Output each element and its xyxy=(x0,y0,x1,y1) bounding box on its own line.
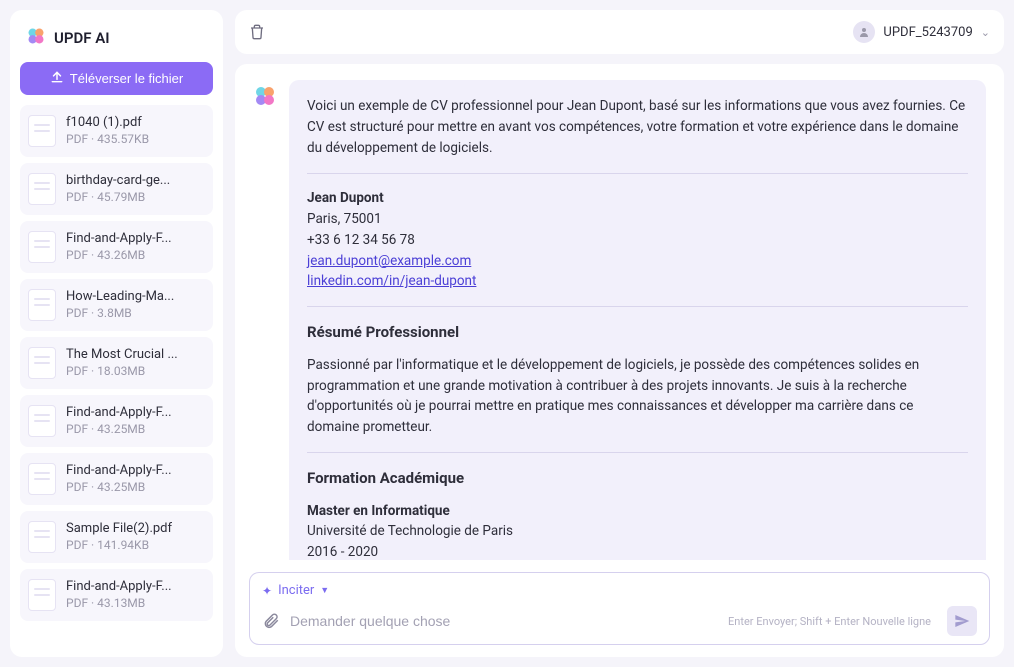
message-intro: Voici un exemple de CV professionnel pou… xyxy=(307,96,968,159)
assistant-avatar-icon xyxy=(253,84,277,108)
file-name: Sample File(2).pdf xyxy=(66,521,172,536)
file-item[interactable]: Find-and-Apply-F... PDF · 43.25MB xyxy=(20,453,213,505)
pdf-file-icon xyxy=(28,347,56,379)
file-meta: PDF · 43.25MB xyxy=(66,480,172,494)
file-meta: PDF · 141.94KB xyxy=(66,538,172,552)
file-name: f1040 (1).pdf xyxy=(66,115,149,130)
upload-button[interactable]: Téléverser le fichier xyxy=(20,62,213,95)
message-body: Voici un exemple de CV professionnel pou… xyxy=(289,80,986,560)
avatar xyxy=(853,21,875,43)
cv-email-link[interactable]: jean.dupont@example.com xyxy=(307,253,471,269)
cv-phone: +33 6 12 34 56 78 xyxy=(307,230,968,251)
divider xyxy=(307,452,968,453)
file-item[interactable]: The Most Crucial ... PDF · 18.03MB xyxy=(20,337,213,389)
file-name: birthday-card-ge... xyxy=(66,173,170,188)
inciter-dropdown[interactable]: ✦ Inciter ▼ xyxy=(262,583,977,606)
cv-name: Jean Dupont xyxy=(307,188,968,209)
file-name: Find-and-Apply-F... xyxy=(66,405,172,420)
file-item[interactable]: birthday-card-ge... PDF · 45.79MB xyxy=(20,163,213,215)
chat-area: Voici un exemple de CV professionnel pou… xyxy=(235,64,1004,657)
app-title: UPDF AI xyxy=(54,29,110,47)
sidebar: UPDF AI Téléverser le fichier f1040 (1).… xyxy=(10,10,223,657)
school: Université de Technologie de Paris xyxy=(307,521,968,542)
pdf-file-icon xyxy=(28,463,56,495)
file-name: How-Leading-Ma... xyxy=(66,289,174,304)
upload-icon xyxy=(50,70,64,87)
input-hint: Enter Envoyer; Shift + Enter Nouvelle li… xyxy=(728,615,931,628)
file-item[interactable]: f1040 (1).pdf PDF · 435.57KB xyxy=(20,105,213,157)
file-meta: PDF · 18.03MB xyxy=(66,364,178,378)
main-area: UPDF_5243709 ⌄ Voici un exemple de CV pr… xyxy=(235,10,1004,657)
pdf-file-icon xyxy=(28,231,56,263)
resume-title: Résumé Professionnel xyxy=(307,321,968,344)
degree: Master en Informatique xyxy=(307,501,968,522)
assistant-message: Voici un exemple de CV professionnel pou… xyxy=(253,80,986,560)
pdf-file-icon xyxy=(28,579,56,611)
file-list: f1040 (1).pdf PDF · 435.57KB birthday-car… xyxy=(20,105,213,645)
file-item[interactable]: Find-and-Apply-F... PDF · 43.25MB xyxy=(20,395,213,447)
chat-scroll[interactable]: Voici un exemple de CV professionnel pou… xyxy=(235,64,1004,560)
chat-input[interactable] xyxy=(290,613,718,629)
caret-down-icon: ▼ xyxy=(320,585,329,596)
pdf-file-icon xyxy=(28,405,56,437)
resume-body: Passionné par l'informatique et le dével… xyxy=(307,355,968,439)
file-meta: PDF · 43.25MB xyxy=(66,422,172,436)
dates: 2016 - 2020 xyxy=(307,542,968,560)
file-meta: PDF · 45.79MB xyxy=(66,190,170,204)
user-menu[interactable]: UPDF_5243709 ⌄ xyxy=(853,21,990,43)
upload-label: Téléverser le fichier xyxy=(70,71,183,86)
pdf-file-icon xyxy=(28,173,56,205)
file-item[interactable]: Find-and-Apply-F... PDF · 43.13MB xyxy=(20,569,213,621)
formation-title: Formation Académique xyxy=(307,467,968,490)
file-name: Find-and-Apply-F... xyxy=(66,579,172,594)
file-item[interactable]: Sample File(2).pdf PDF · 141.94KB xyxy=(20,511,213,563)
cv-city: Paris, 75001 xyxy=(307,209,968,230)
file-meta: PDF · 43.13MB xyxy=(66,596,172,610)
delete-button[interactable] xyxy=(249,24,265,40)
file-name: Find-and-Apply-F... xyxy=(66,231,172,246)
file-meta: PDF · 3.8MB xyxy=(66,306,174,320)
inciter-label: Inciter xyxy=(278,583,314,598)
file-meta: PDF · 43.26MB xyxy=(66,248,172,262)
file-item[interactable]: Find-and-Apply-F... PDF · 43.26MB xyxy=(20,221,213,273)
pdf-file-icon xyxy=(28,115,56,147)
cv-linkedin-link[interactable]: linkedin.com/in/jean-dupont xyxy=(307,273,476,289)
pdf-file-icon xyxy=(28,289,56,321)
divider xyxy=(307,306,968,307)
attach-button[interactable] xyxy=(262,612,280,630)
sparkle-icon: ✦ xyxy=(262,584,272,598)
topbar: UPDF_5243709 ⌄ xyxy=(235,10,1004,54)
updf-logo-icon xyxy=(26,26,46,50)
app-header: UPDF AI xyxy=(20,22,213,62)
username: UPDF_5243709 xyxy=(883,25,972,40)
file-name: The Most Crucial ... xyxy=(66,347,178,362)
input-box: ✦ Inciter ▼ Enter Envoyer; Shift + Enter… xyxy=(249,572,990,645)
file-item[interactable]: How-Leading-Ma... PDF · 3.8MB xyxy=(20,279,213,331)
chevron-down-icon: ⌄ xyxy=(981,26,990,39)
pdf-file-icon xyxy=(28,521,56,553)
file-meta: PDF · 435.57KB xyxy=(66,132,149,146)
input-row: Enter Envoyer; Shift + Enter Nouvelle li… xyxy=(262,606,977,636)
send-button[interactable] xyxy=(947,606,977,636)
divider xyxy=(307,173,968,174)
file-name: Find-and-Apply-F... xyxy=(66,463,172,478)
